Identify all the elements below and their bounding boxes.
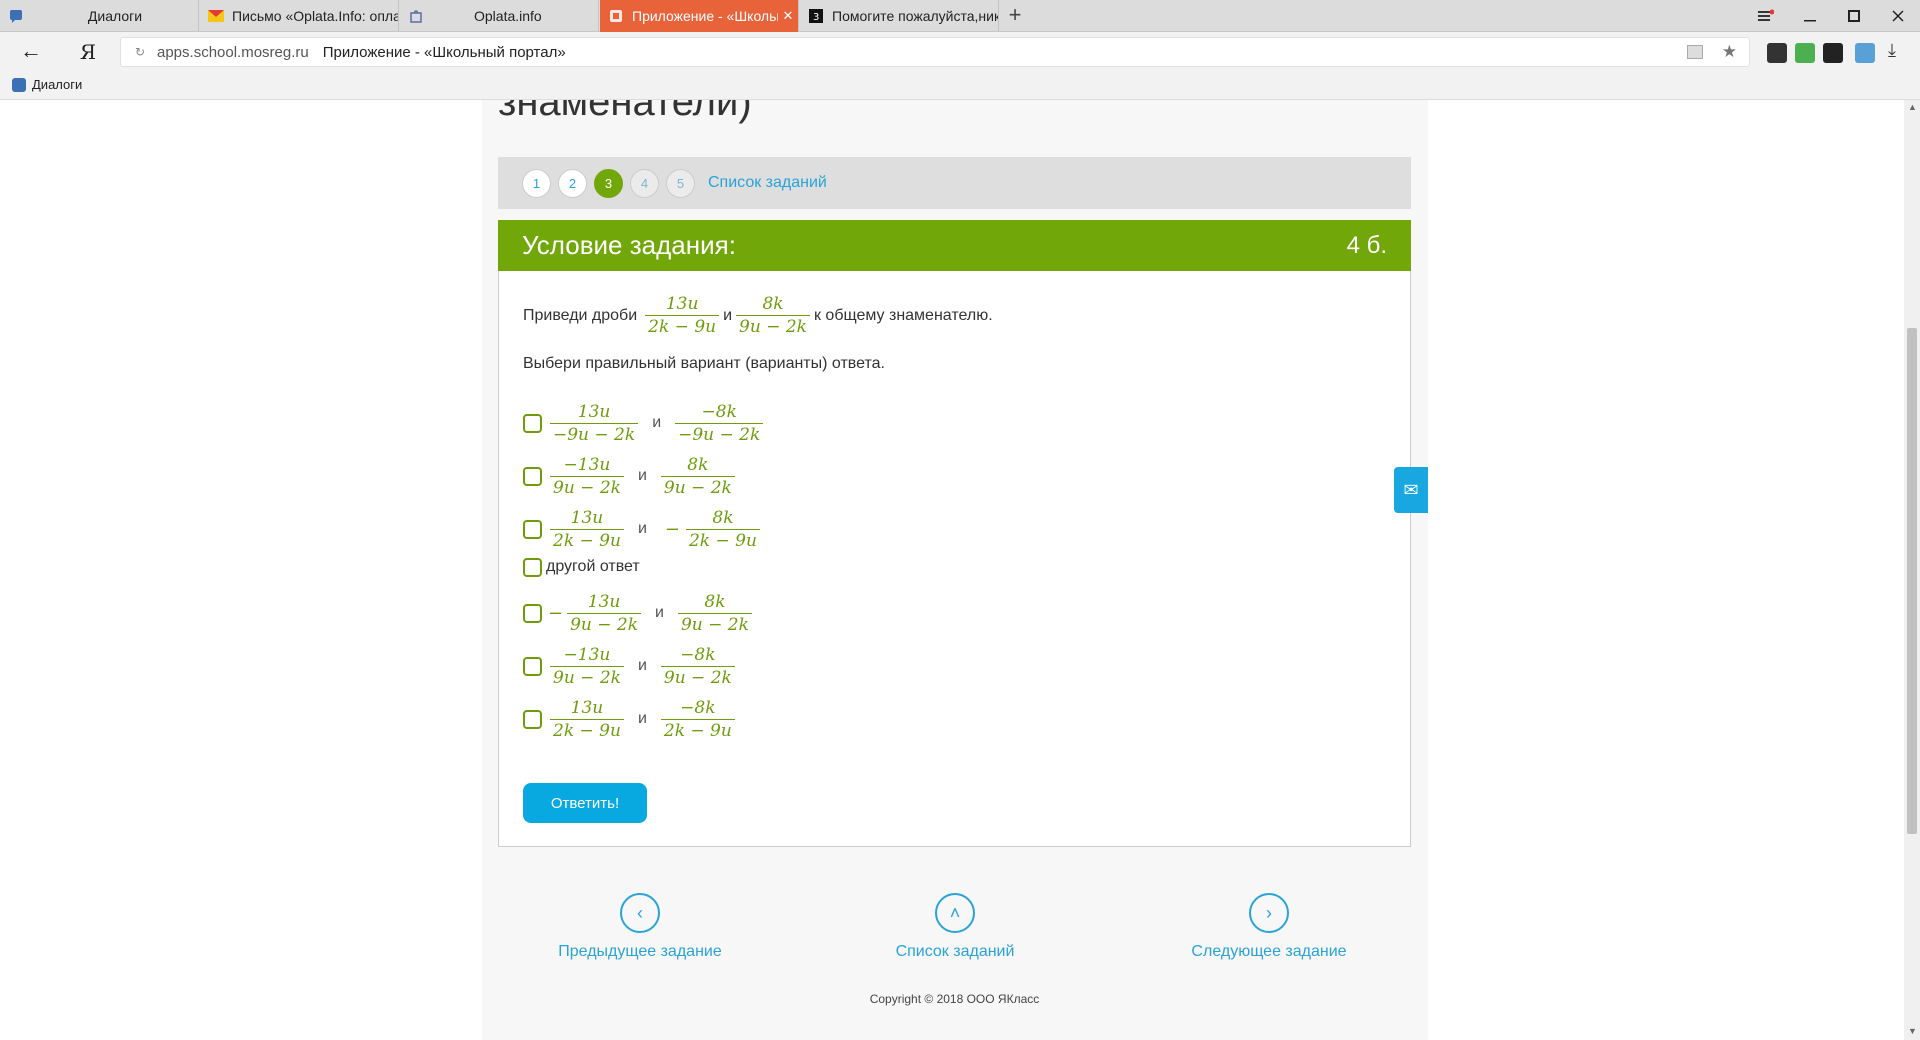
- option-fraction-b: −8k 9u − 2k: [660, 644, 735, 689]
- tab-bar: Диалоги Письмо «Oplata.Info: оплат Oplat…: [0, 0, 1920, 32]
- tab-znanija[interactable]: 3 Помогите пожалуйста,ника: [800, 0, 999, 32]
- mail-icon: [208, 8, 224, 24]
- checkbox[interactable]: [523, 519, 542, 539]
- task-pager: 1 2 3 4 5 Список заданий: [498, 157, 1411, 209]
- option-fraction-b: −8k 2k − 9u: [660, 697, 735, 742]
- pager-item-1[interactable]: 1: [522, 168, 551, 198]
- back-arrow-icon[interactable]: ←: [18, 39, 44, 65]
- submit-answer-button[interactable]: Ответить!: [523, 783, 647, 823]
- task-list-button[interactable]: ˄ Список заданий: [880, 893, 1030, 961]
- menu-icon[interactable]: [1744, 0, 1788, 32]
- scrollbar-thumb[interactable]: [1907, 328, 1917, 834]
- tab-mail[interactable]: Письмо «Oplata.Info: оплат: [200, 0, 399, 32]
- tab-oplata[interactable]: Oplata.info: [400, 0, 599, 32]
- yandex-logo-icon[interactable]: Я: [78, 39, 98, 65]
- maximize-icon[interactable]: [1832, 0, 1876, 32]
- checkbox[interactable]: [523, 466, 542, 486]
- scroll-up-icon[interactable]: ▲: [1908, 102, 1917, 112]
- scroll-down-icon[interactable]: ▼: [1908, 1026, 1917, 1036]
- task-list-link[interactable]: Список заданий: [708, 174, 827, 192]
- tab-school-portal[interactable]: Приложение - «Школьн ✕: [600, 0, 799, 32]
- close-window-icon[interactable]: [1876, 0, 1920, 32]
- answer-option-5[interactable]: − 13u 9u − 2k и 8k 9u − 2k: [523, 589, 756, 637]
- navigation-bar: ← Я ↻ apps.school.mosreg.ru Приложение -…: [0, 32, 1920, 72]
- bag-icon: [408, 8, 424, 24]
- pager-item-5[interactable]: 5: [666, 168, 695, 198]
- question-fraction-1: 13u 2k − 9u: [645, 293, 720, 338]
- chevron-right-icon: ›: [1249, 893, 1289, 933]
- chat-icon: [12, 77, 26, 92]
- scrollbar[interactable]: ▲ ▼: [1904, 100, 1920, 1040]
- feedback-mail-icon[interactable]: ✉: [1394, 467, 1428, 513]
- znanija-icon: 3: [808, 8, 824, 24]
- option-fraction-a: 13u 2k − 9u: [550, 697, 624, 742]
- question-text: Приведи дроби 13u 2k − 9u и 8k 9u − 2k к о…: [523, 293, 993, 338]
- chevron-up-icon: ˄: [935, 893, 975, 933]
- answer-option-2[interactable]: −13u 9u − 2k и 8k 9u − 2k: [523, 452, 739, 500]
- extension-green-icon[interactable]: [1795, 43, 1815, 63]
- option-fraction-b: −8k −9u − 2k: [675, 401, 764, 446]
- task-body: Приведи дроби 13u 2k − 9u и 8k 9u − 2k к о…: [498, 271, 1411, 847]
- condition-header: Условие задания: 4 б.: [498, 220, 1411, 271]
- download-icon[interactable]: ⤓: [1888, 40, 1896, 61]
- close-icon[interactable]: ✕: [778, 8, 798, 24]
- option-fraction-b: 8k 9u − 2k: [660, 454, 735, 499]
- instruction-text: Выбери правильный вариант (варианты) отв…: [523, 355, 885, 372]
- answer-option-6[interactable]: −13u 9u − 2k и −8k 9u − 2k: [523, 642, 739, 690]
- checkbox[interactable]: [523, 656, 542, 676]
- condition-title: Условие задания:: [522, 230, 736, 260]
- new-tab-button[interactable]: +: [1003, 4, 1027, 28]
- option-text: другой ответ: [546, 558, 640, 575]
- bookmark-star-icon[interactable]: ★: [1722, 42, 1737, 62]
- checkbox[interactable]: [523, 709, 542, 729]
- next-task-button[interactable]: › Следующее задание: [1186, 893, 1352, 961]
- bookmarks-bar: Диалоги: [0, 72, 1920, 100]
- minimize-icon[interactable]: [1788, 0, 1832, 32]
- chat-icon: [8, 8, 24, 24]
- extension-image-icon[interactable]: [1855, 43, 1875, 63]
- address-page-title: Приложение - «Школьный портал»: [322, 43, 566, 61]
- extension-s-icon[interactable]: [1767, 43, 1787, 63]
- answer-option-1[interactable]: 13u −9u − 2k и −8k −9u − 2k: [523, 399, 767, 447]
- question-fraction-2: 8k 9u − 2k: [736, 293, 810, 338]
- option-fraction-a: 13u 2k − 9u: [550, 507, 624, 552]
- chevron-left-icon: ‹: [620, 893, 660, 933]
- option-fraction-a: −13u 9u − 2k: [550, 454, 624, 499]
- tab-dialogs[interactable]: Диалоги: [0, 0, 199, 32]
- prev-task-button[interactable]: ‹ Предыдущее задание: [552, 893, 728, 961]
- page-title: знаменатели): [498, 100, 752, 124]
- answer-option-4[interactable]: другой ответ: [523, 552, 640, 582]
- svg-text:3: 3: [813, 12, 819, 23]
- option-fraction-a: −13u 9u − 2k: [550, 644, 624, 689]
- address-domain: apps.school.mosreg.ru: [157, 43, 309, 61]
- option-fraction-b: 8k 9u − 2k: [677, 591, 752, 636]
- option-fraction-a: 13u 9u − 2k: [567, 591, 642, 636]
- extension-camera-icon[interactable]: [1823, 43, 1843, 63]
- condition-points: 4 б.: [1346, 231, 1387, 259]
- pager-item-2[interactable]: 2: [558, 168, 587, 198]
- pager-item-4[interactable]: 4: [630, 168, 659, 198]
- page-viewport: знаменатели) 1 2 3 4 5 Список заданий Ус…: [0, 100, 1904, 1040]
- option-fraction-a: 13u −9u − 2k: [550, 401, 639, 446]
- reload-icon[interactable]: ↻: [131, 45, 149, 59]
- reader-mode-icon[interactable]: [1687, 45, 1703, 59]
- address-bar[interactable]: ↻ apps.school.mosreg.ru Приложение - «Шк…: [120, 37, 1750, 67]
- checkbox[interactable]: [523, 603, 542, 623]
- answer-option-3[interactable]: 13u 2k − 9u и − 8k 2k − 9u: [523, 505, 764, 553]
- answer-option-7[interactable]: 13u 2k − 9u и −8k 2k − 9u: [523, 695, 739, 743]
- pager-item-3[interactable]: 3: [594, 168, 623, 198]
- checkbox[interactable]: [523, 413, 542, 433]
- copyright: Copyright © 2018 ООО ЯКласс: [869, 992, 1040, 1006]
- app-icon: [608, 8, 624, 24]
- option-fraction-b: 8k 2k − 9u: [685, 507, 760, 552]
- checkbox[interactable]: [523, 557, 542, 577]
- bookmark-dialogs[interactable]: Диалоги: [12, 77, 82, 92]
